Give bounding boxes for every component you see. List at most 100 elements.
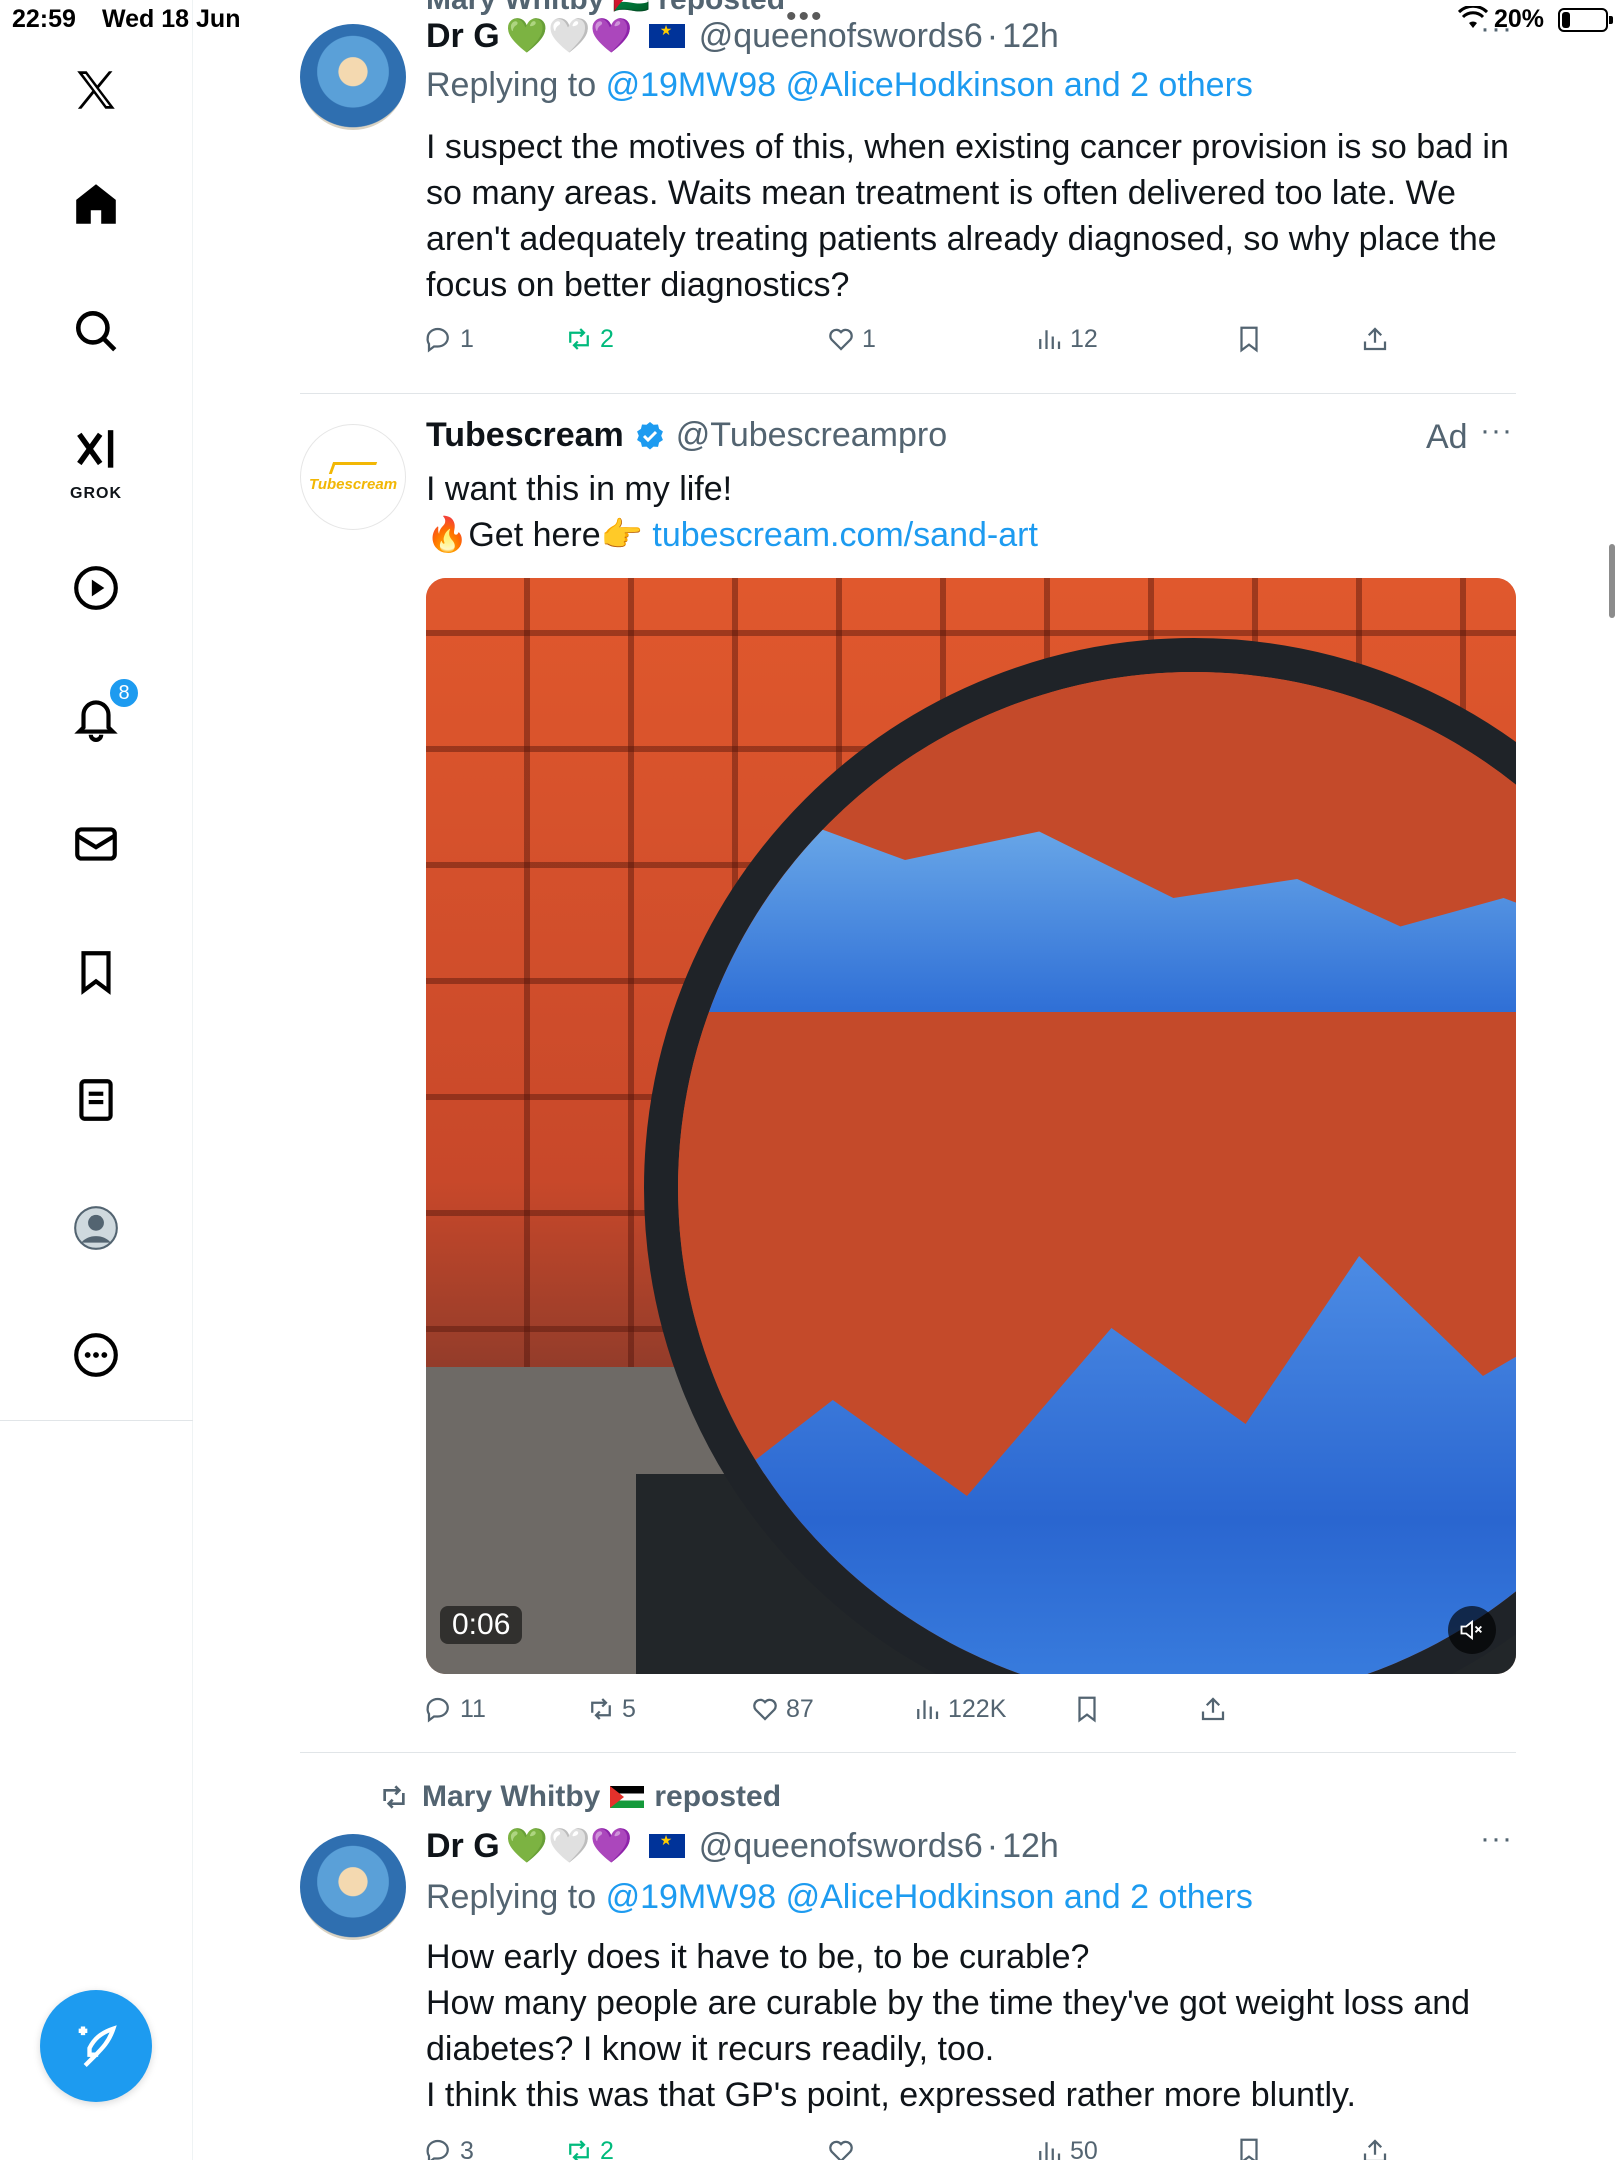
grok-label: GROK: [70, 485, 122, 502]
bookmark-button[interactable]: [1234, 324, 1270, 354]
views-button[interactable]: 122K: [912, 1694, 1006, 1724]
like-count: 1: [862, 324, 876, 353]
compose-feather-icon: [78, 2025, 117, 2068]
reply-others-link[interactable]: and 2 others: [1064, 1878, 1253, 1916]
tweet-header: Tubescream @Tubescreampro: [426, 416, 947, 455]
more-options-icon[interactable]: ···: [1480, 1822, 1513, 1856]
views-chart-icon: [1039, 330, 1061, 349]
like-button[interactable]: 1: [826, 324, 876, 354]
palestine-flag-icon: [610, 1786, 645, 1808]
author-handle[interactable]: @queenofswords6: [699, 17, 983, 56]
avatar[interactable]: [300, 24, 406, 130]
more-circle-icon[interactable]: [56, 1315, 136, 1395]
replying-to: Replying to @19MW98 @AliceHodkinson and …: [426, 1878, 1253, 1917]
house-roof-icon: [328, 461, 378, 474]
grok-icon[interactable]: GROK: [56, 415, 136, 505]
share-icon: [1363, 327, 1387, 351]
avatar-icon[interactable]: [56, 1188, 136, 1268]
avatar[interactable]: [300, 1834, 406, 1940]
tweet-line: How early does it have to be, to be cura…: [426, 1938, 1090, 1976]
repost-icon: [569, 328, 589, 350]
reply-button[interactable]: 3: [424, 2136, 474, 2160]
repost-icon: [591, 1698, 611, 1720]
share-button[interactable]: [1360, 324, 1396, 354]
eu-flag-icon: [648, 22, 685, 48]
repost-icon: [383, 1785, 405, 1809]
verified-badge-icon: [636, 421, 663, 449]
views-button[interactable]: 50: [1034, 2136, 1098, 2160]
ad-link[interactable]: tubescream.com/sand-art: [652, 516, 1038, 554]
author-name[interactable]: Dr G: [426, 17, 500, 56]
reposted-label: reposted: [654, 1780, 782, 1813]
tweet-line: How many people are curable by the time …: [426, 1984, 1471, 2068]
reply-button[interactable]: 1: [424, 324, 474, 354]
author-handle[interactable]: @queenofswords6: [699, 1827, 983, 1866]
scrollbar-thumb[interactable]: [1609, 544, 1615, 618]
share-icon: [1201, 1697, 1225, 1721]
play-icon[interactable]: [56, 548, 136, 628]
notification-badge: 8: [108, 677, 140, 709]
ad-label: Ad: [1426, 418, 1468, 456]
home-icon[interactable]: [56, 164, 136, 244]
replying-to-label: Replying to: [426, 1878, 597, 1916]
view-count: 50: [1070, 2136, 1098, 2160]
sand-bottom-layer: [678, 1256, 1516, 1674]
views-button[interactable]: 12: [1034, 324, 1098, 354]
separator-dot: ·: [986, 1826, 999, 1865]
reply-others-link[interactable]: and 2 others: [1064, 66, 1253, 104]
cutoff-repost-line: Mary Whitby 🇵🇸 reposted: [426, 0, 785, 17]
eu-flag-icon: [648, 1832, 685, 1858]
repost-button[interactable]: 2: [564, 2136, 614, 2160]
author-emojis: 💚🤍💜: [505, 1827, 633, 1865]
list-icon[interactable]: [56, 1060, 136, 1140]
like-button[interactable]: [826, 2136, 862, 2160]
share-button[interactable]: [1198, 1694, 1234, 1724]
share-button[interactable]: [1360, 2136, 1396, 2160]
author-handle[interactable]: @Tubescreampro: [676, 416, 947, 455]
avatar-wordmark: Tubescream: [308, 475, 398, 493]
mail-icon[interactable]: [56, 804, 136, 884]
like-count: 87: [786, 1694, 814, 1723]
bell-icon[interactable]: 8: [56, 677, 140, 757]
search-icon[interactable]: [56, 291, 136, 371]
x-logo-icon[interactable]: [56, 50, 136, 130]
repost-count: 2: [600, 2136, 614, 2160]
reposter-name[interactable]: Mary Whitby: [422, 1780, 600, 1814]
share-icon: [1363, 2139, 1387, 2160]
avatar[interactable]: Tubescream: [300, 424, 406, 530]
tweet-actions: 1 2 1 12: [420, 324, 1420, 364]
author-name[interactable]: Tubescream: [426, 416, 624, 455]
reply-button[interactable]: 11: [424, 1694, 486, 1724]
heart-icon: [829, 328, 853, 351]
tweet-time[interactable]: 12h: [1002, 1827, 1059, 1866]
repost-icon: [569, 2140, 589, 2160]
author-name[interactable]: Dr G: [426, 1827, 500, 1866]
reply-count: 3: [460, 2136, 474, 2160]
tweet-time[interactable]: 12h: [1002, 17, 1059, 56]
views-chart-icon: [1039, 2142, 1061, 2160]
more-options-icon[interactable]: ···: [1480, 414, 1513, 448]
bookmark-button[interactable]: [1072, 1694, 1108, 1724]
video-player[interactable]: 0:06: [426, 578, 1516, 1674]
reply-users-link[interactable]: @19MW98 @AliceHodkinson: [606, 66, 1055, 104]
bookmark-icon[interactable]: [56, 932, 136, 1012]
reply-icon: [426, 1697, 449, 1723]
view-count: 122K: [948, 1694, 1007, 1723]
battery-icon: [1558, 8, 1613, 32]
repost-button[interactable]: 5: [586, 1694, 636, 1724]
compose-button[interactable]: [40, 1990, 152, 2102]
sidebar: GROK 8: [0, 0, 193, 2160]
replying-to: Replying to @19MW98 @AliceHodkinson and …: [426, 66, 1253, 105]
repost-button[interactable]: 2: [564, 324, 614, 354]
repost-count: 2: [600, 324, 614, 353]
reply-users-link[interactable]: @19MW98 @AliceHodkinson: [606, 1878, 1055, 1916]
like-button[interactable]: 87: [750, 1694, 814, 1724]
more-options-icon[interactable]: ···: [1480, 12, 1513, 46]
sand-top-layer: [678, 822, 1516, 1012]
tweet-actions: 3 2 50: [420, 2136, 1420, 2160]
reply-icon: [426, 327, 449, 353]
view-count: 12: [1070, 324, 1098, 353]
bookmark-icon: [1240, 2138, 1258, 2160]
bookmark-button[interactable]: [1234, 2136, 1270, 2160]
mute-button[interactable]: [1448, 1606, 1496, 1654]
